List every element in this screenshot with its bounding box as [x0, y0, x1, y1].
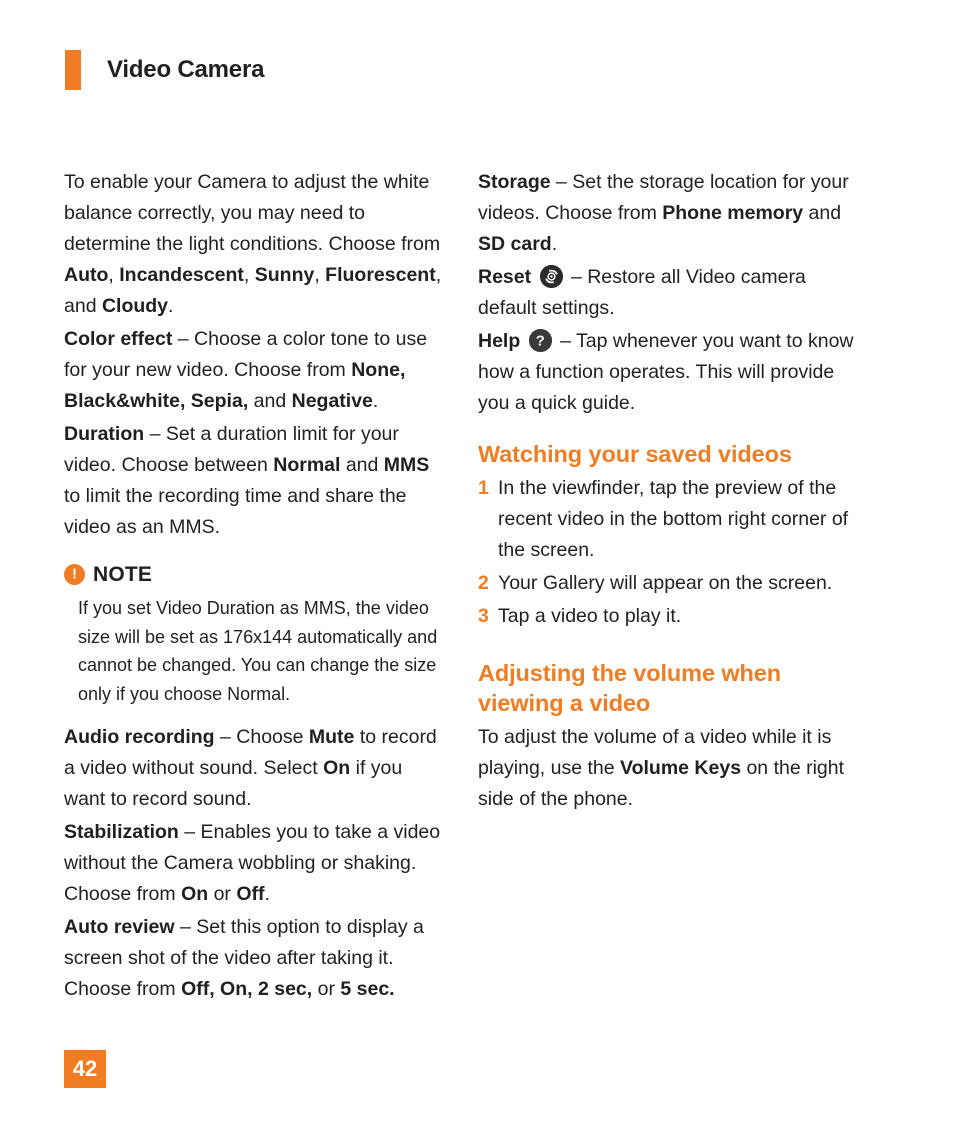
wb-option-fluorescent: Fluorescent — [325, 264, 436, 286]
stabilization-period: . — [264, 883, 270, 905]
note-header: ! NOTE — [64, 559, 446, 590]
paragraph-help: Help ? – Tap whenever you want to know h… — [478, 326, 860, 419]
paragraph-audio-recording: Audio recording – Choose Mute to record … — [64, 722, 446, 815]
section-heading-watching-videos: Watching your saved videos — [478, 441, 792, 467]
wb-option-incandescent: Incandescent — [119, 264, 244, 286]
wb-option-auto: Auto — [64, 264, 109, 286]
audio-text-1: – Choose — [214, 726, 309, 748]
audio-recording-label: Audio recording — [64, 726, 215, 748]
stabilization-option-off: Off — [236, 883, 265, 905]
color-effect-option-negative: Negative — [291, 390, 373, 412]
duration-text-2: and — [340, 454, 384, 476]
auto-review-text-2: or — [312, 978, 341, 1000]
wb-option-sunny: Sunny — [254, 264, 315, 286]
duration-option-normal: Normal — [273, 454, 341, 476]
duration-text-3: to limit the recording time and share th… — [64, 485, 407, 538]
help-label: Help — [478, 330, 521, 352]
stabilization-label: Stabilization — [64, 821, 179, 843]
step-text: Tap a video to play it. — [498, 605, 682, 627]
auto-review-options-1: Off, On, 2 sec, — [181, 978, 313, 1000]
storage-option-phone-memory: Phone memory — [662, 202, 804, 224]
paragraph-duration: Duration – Set a duration limit for your… — [64, 419, 446, 543]
audio-option-on: On — [323, 757, 351, 779]
list-item: 1 In the viewfinder, tap the preview of … — [478, 473, 860, 566]
storage-period: . — [551, 233, 558, 255]
page-header: Video Camera — [65, 50, 264, 90]
step-text: Your Gallery will appear on the screen. — [498, 572, 833, 594]
duration-label: Duration — [64, 423, 145, 445]
list-item: 2 Your Gallery will appear on the screen… — [478, 568, 860, 599]
page-number-badge: 42 — [64, 1050, 106, 1088]
stabilization-text-2: or — [208, 883, 237, 905]
step-number: 1 — [478, 477, 489, 499]
left-column: To enable your Camera to adjust the whit… — [64, 167, 446, 1007]
note-body: If you set Video Duration as MMS, the vi… — [78, 598, 438, 704]
step-text: In the viewfinder, tap the preview of th… — [498, 477, 849, 561]
paragraph-auto-review: Auto review – Set this option to display… — [64, 912, 446, 1005]
exclamation-circle-icon: ! — [64, 564, 85, 585]
wb-option-cloudy: Cloudy — [101, 295, 169, 317]
reset-label: Reset — [478, 266, 532, 288]
paragraph-color-effect: Color effect – Choose a color tone to us… — [64, 324, 446, 417]
question-mark-icon: ? — [528, 329, 552, 352]
step-number: 2 — [478, 572, 489, 594]
color-effect-label: Color effect — [64, 328, 173, 350]
wb-intro-text: To enable your Camera to adjust the whit… — [64, 171, 441, 255]
question-mark-glyph: ? — [535, 332, 545, 349]
audio-option-mute: Mute — [308, 726, 355, 748]
wb-sep-1: , — [108, 264, 120, 286]
page-title: Video Camera — [107, 56, 265, 83]
paragraph-volume: To adjust the volume of a video while it… — [478, 722, 860, 815]
reset-refresh-icon — [539, 265, 563, 288]
paragraph-white-balance: To enable your Camera to adjust the whit… — [64, 167, 446, 322]
storage-option-sd-card: SD card — [478, 233, 552, 255]
wb-sep-2: , — [243, 264, 255, 286]
list-item: 3 Tap a video to play it. — [478, 601, 860, 632]
watching-videos-steps: 1 In the viewfinder, tap the preview of … — [478, 473, 860, 632]
exclamation-glyph: ! — [72, 565, 77, 583]
storage-text-2: and — [803, 202, 842, 224]
header-accent-bar — [65, 50, 81, 90]
wb-period: . — [168, 295, 174, 317]
auto-review-label: Auto review — [64, 916, 175, 938]
paragraph-stabilization: Stabilization – Enables you to take a vi… — [64, 817, 446, 910]
stabilization-option-on: On — [181, 883, 209, 905]
duration-option-mms: MMS — [383, 454, 430, 476]
note-label: NOTE — [93, 563, 153, 586]
right-column: Storage – Set the storage location for y… — [478, 167, 860, 817]
step-number: 3 — [478, 605, 489, 627]
color-effect-and: and — [248, 390, 292, 412]
paragraph-storage: Storage – Set the storage location for y… — [478, 167, 860, 260]
storage-label: Storage — [478, 171, 551, 193]
wb-sep-3: , — [314, 264, 326, 286]
auto-review-option-5sec: 5 sec. — [340, 978, 395, 1000]
paragraph-reset: Reset – Restore all Video camera default… — [478, 262, 860, 324]
section-heading-adjusting-volume: Adjusting the volume when viewing a vide… — [478, 660, 782, 716]
color-effect-period: . — [372, 390, 379, 412]
volume-keys-bold: Volume Keys — [620, 757, 742, 779]
